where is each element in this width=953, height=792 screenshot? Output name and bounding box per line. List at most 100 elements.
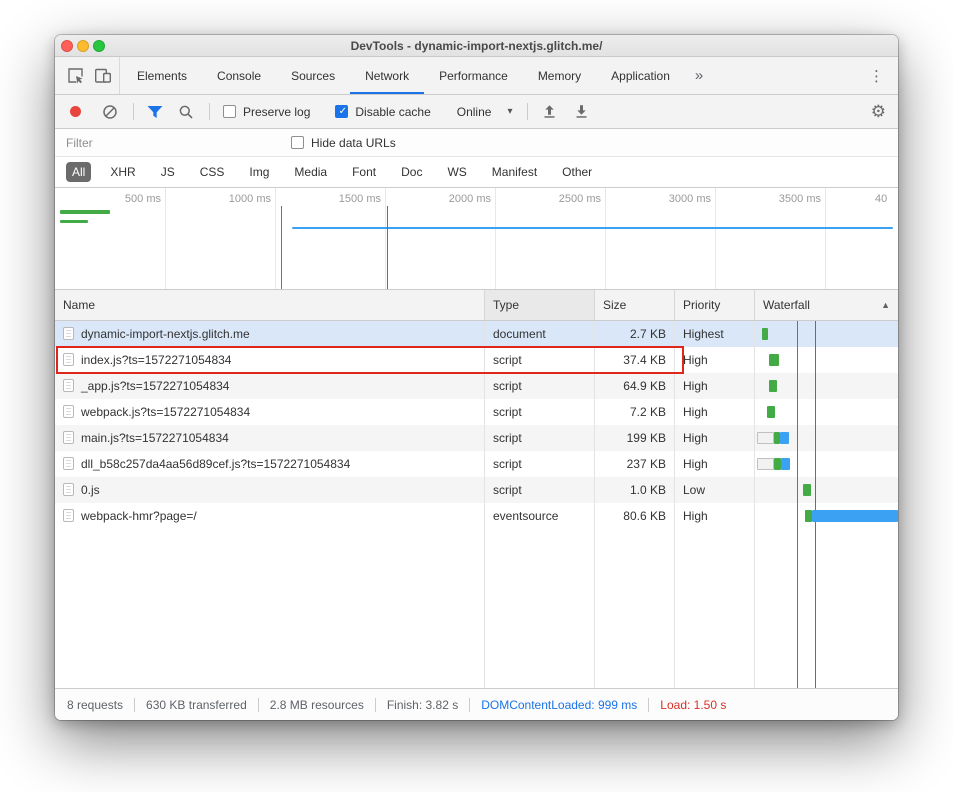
table-row[interactable]: _app.js?ts=1572271054834 script 64.9 KB … [55, 373, 898, 399]
disable-cache-checkbox[interactable] [335, 105, 348, 118]
table-row[interactable]: webpack.js?ts=1572271054834 script 7.2 K… [55, 399, 898, 425]
request-name: dynamic-import-nextjs.glitch.me [81, 327, 250, 341]
hide-data-urls-label[interactable]: Hide data URLs [311, 136, 396, 150]
more-tabs-button[interactable]: » [685, 67, 713, 84]
tab-network[interactable]: Network [350, 57, 424, 94]
request-type: script [485, 373, 595, 399]
request-priority: High [675, 425, 755, 451]
filter-pill-doc[interactable]: Doc [395, 162, 428, 182]
filter-pill-manifest[interactable]: Manifest [486, 162, 543, 182]
table-row[interactable]: 0.js script 1.0 KB Low [55, 477, 898, 503]
table-row[interactable]: webpack-hmr?page=/ eventsource 80.6 KB H… [55, 503, 898, 529]
table-row[interactable]: index.js?ts=1572271054834 script 37.4 KB… [55, 347, 898, 373]
tab-bar-divider [119, 57, 120, 94]
overview-canvas [55, 188, 898, 289]
column-separator[interactable] [484, 321, 485, 688]
disable-cache-label[interactable]: Disable cache [355, 105, 430, 119]
requests-count: 8 requests [55, 698, 134, 712]
tab-elements[interactable]: Elements [122, 57, 202, 94]
clear-button[interactable] [102, 104, 118, 120]
overview-dcl-line [281, 206, 282, 289]
filter-pill-img[interactable]: Img [243, 162, 275, 182]
request-size: 64.9 KB [595, 373, 675, 399]
request-size: 1.0 KB [595, 477, 675, 503]
request-name: main.js?ts=1572271054834 [81, 431, 229, 445]
filter-pill-xhr[interactable]: XHR [104, 162, 141, 182]
record-button[interactable] [70, 106, 81, 117]
title-bar: DevTools - dynamic-import-nextjs.glitch.… [55, 35, 898, 57]
preserve-log-label[interactable]: Preserve log [243, 105, 310, 119]
tab-console[interactable]: Console [202, 57, 276, 94]
request-name: webpack-hmr?page=/ [81, 509, 197, 523]
request-name: _app.js?ts=1572271054834 [81, 379, 229, 393]
request-waterfall [755, 477, 898, 503]
hide-data-urls-checkbox[interactable] [291, 136, 304, 149]
load-time: Load: 1.50 s [648, 698, 737, 712]
dom-content-loaded-time: DOMContentLoaded: 999 ms [469, 698, 648, 712]
inspect-cursor-icon [67, 67, 84, 84]
column-header-type[interactable]: Type [485, 290, 595, 320]
import-har-button[interactable] [542, 104, 557, 119]
request-name: dll_b58c257da4aa56d89cef.js?ts=157227105… [81, 457, 350, 471]
toolbar-divider [133, 103, 134, 120]
filter-input[interactable] [64, 135, 263, 151]
request-table-body: dynamic-import-nextjs.glitch.me document… [55, 321, 898, 688]
devtools-window: DevTools - dynamic-import-nextjs.glitch.… [55, 35, 898, 720]
request-name: webpack.js?ts=1572271054834 [81, 405, 250, 419]
request-waterfall [755, 347, 898, 373]
file-icon [63, 353, 74, 366]
filter-pill-js[interactable]: JS [155, 162, 181, 182]
filter-pill-other[interactable]: Other [556, 162, 598, 182]
filter-pill-font[interactable]: Font [346, 162, 382, 182]
request-waterfall [755, 503, 898, 529]
request-type: script [485, 451, 595, 477]
filter-pill-ws[interactable]: WS [441, 162, 472, 182]
request-type: script [485, 347, 595, 373]
request-type: script [485, 399, 595, 425]
tab-memory[interactable]: Memory [523, 57, 596, 94]
waterfall-dcl-line [797, 321, 798, 688]
preserve-log-checkbox[interactable] [223, 105, 236, 118]
request-name: index.js?ts=1572271054834 [81, 353, 231, 367]
request-rows: dynamic-import-nextjs.glitch.me document… [55, 321, 898, 529]
filter-pill-css[interactable]: CSS [194, 162, 231, 182]
filter-pill-all[interactable]: All [66, 162, 91, 182]
network-toolbar: Preserve log Disable cache Online ▾ ⚙ [55, 95, 898, 129]
column-header-waterfall[interactable]: Waterfall ▲ [755, 290, 898, 320]
column-header-name[interactable]: Name [55, 290, 485, 320]
inspect-element-button[interactable] [61, 63, 89, 89]
table-row[interactable]: main.js?ts=1572271054834 script 199 KB H… [55, 425, 898, 451]
column-separator[interactable] [754, 321, 755, 688]
device-toolbar-icon [94, 68, 112, 84]
request-size: 7.2 KB [595, 399, 675, 425]
download-icon [574, 104, 589, 119]
filter-pill-media[interactable]: Media [288, 162, 333, 182]
export-har-button[interactable] [574, 104, 589, 119]
settings-button[interactable]: ⚙ [871, 102, 886, 122]
column-separator[interactable] [594, 321, 595, 688]
chevron-down-icon: ▾ [507, 106, 512, 117]
request-priority: High [675, 373, 755, 399]
request-priority: High [675, 503, 755, 529]
request-waterfall [755, 321, 898, 347]
tab-application[interactable]: Application [596, 57, 685, 94]
device-toolbar-button[interactable] [89, 63, 117, 89]
main-menu-button[interactable]: ⋮ [855, 67, 898, 85]
column-header-priority[interactable]: Priority [675, 290, 755, 320]
tab-sources[interactable]: Sources [276, 57, 350, 94]
request-size: 199 KB [595, 425, 675, 451]
request-type: document [485, 321, 595, 347]
file-icon [63, 379, 74, 392]
network-overview[interactable]: 500 ms 1000 ms 1500 ms 2000 ms 2500 ms 3… [55, 188, 898, 290]
table-row[interactable]: dynamic-import-nextjs.glitch.me document… [55, 321, 898, 347]
throttling-select[interactable]: Online ▾ [457, 105, 513, 119]
table-row[interactable]: dll_b58c257da4aa56d89cef.js?ts=157227105… [55, 451, 898, 477]
sort-ascending-icon: ▲ [881, 290, 890, 320]
filter-toggle-button[interactable] [147, 105, 163, 119]
column-separator[interactable] [674, 321, 675, 688]
toolbar-divider [527, 103, 528, 120]
tab-performance[interactable]: Performance [424, 57, 523, 94]
column-header-size[interactable]: Size [595, 290, 675, 320]
search-button[interactable] [178, 104, 194, 120]
throttling-value: Online [457, 105, 492, 119]
